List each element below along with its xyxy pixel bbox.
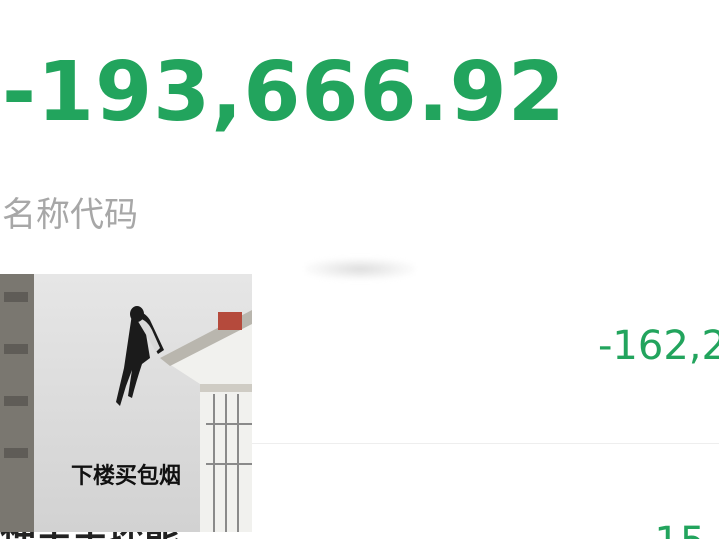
meme-sticker-image: 下楼买包烟 bbox=[0, 274, 252, 532]
row-divider bbox=[252, 443, 719, 444]
blurred-watermark bbox=[305, 258, 415, 280]
column-header-name-code: 名称代码 bbox=[2, 195, 138, 235]
app-screen: -193,666.92 名称代码 -162,2 神里里环能 -15.7 bbox=[0, 0, 719, 539]
total-pnl-value: -193,666.92 bbox=[2, 45, 566, 140]
meme-caption: 下楼买包烟 bbox=[70, 464, 181, 489]
row-1-pnl: -162,2 bbox=[598, 323, 719, 369]
row-2-pnl: -15.7 bbox=[640, 522, 719, 539]
